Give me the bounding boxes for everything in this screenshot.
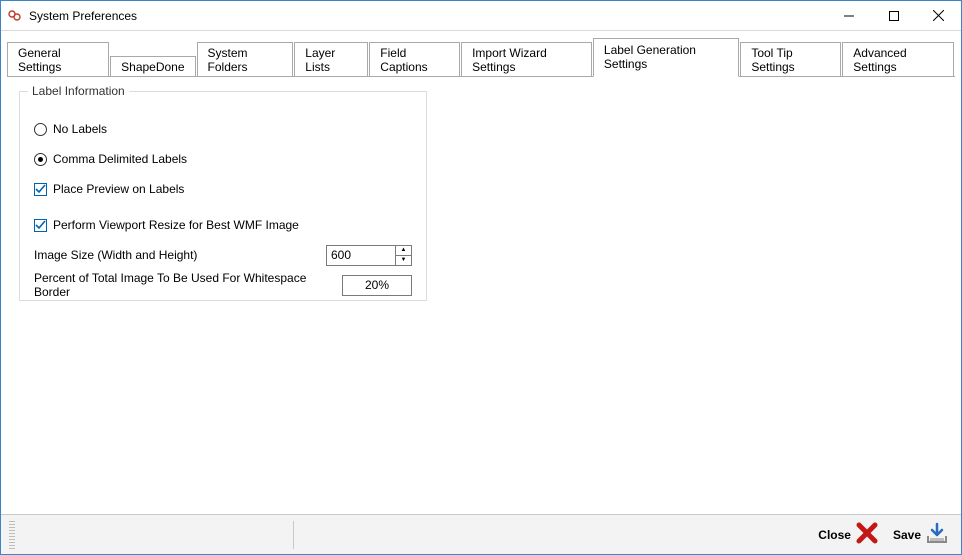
footer-divider (293, 521, 294, 549)
tab-import-wizard-settings[interactable]: Import Wizard Settings (461, 42, 592, 78)
whitespace-percent-label: Percent of Total Image To Be Used For Wh… (34, 271, 342, 299)
tab-field-captions[interactable]: Field Captions (369, 42, 460, 78)
footer: Close Save (1, 514, 961, 554)
whitespace-percent-input[interactable] (342, 275, 412, 296)
tab-label: Import Wizard Settings (472, 46, 547, 74)
tab-label: General Settings (18, 46, 61, 74)
save-button-label: Save (893, 528, 921, 542)
group-legend: Label Information (28, 84, 129, 98)
tab-general-settings[interactable]: General Settings (7, 42, 109, 78)
tab-panel: Label Information No Labels Comma Delimi… (7, 76, 955, 514)
close-window-button[interactable] (916, 1, 961, 30)
tab-label: Label Generation Settings (604, 43, 696, 71)
tab-label: Layer Lists (305, 46, 335, 74)
radio-icon (34, 153, 47, 166)
minimize-button[interactable] (826, 1, 871, 30)
save-icon (925, 521, 949, 548)
app-icon (7, 8, 23, 24)
image-size-spinner: ▲ ▼ (396, 245, 412, 266)
checkbox-icon (34, 183, 47, 196)
checkbox-label: Place Preview on Labels (53, 182, 184, 196)
titlebar: System Preferences (1, 1, 961, 31)
footer-grip-icon (9, 521, 15, 549)
close-icon (855, 521, 879, 548)
tab-shapedone[interactable]: ShapeDone (110, 56, 195, 78)
close-button-label: Close (818, 528, 851, 542)
radio-comma-delimited-labels[interactable]: Comma Delimited Labels (34, 148, 412, 170)
image-size-row: Image Size (Width and Height) ▲ ▼ (34, 244, 412, 266)
checkbox-viewport-resize[interactable]: Perform Viewport Resize for Best WMF Ima… (34, 214, 412, 236)
spinner-up-button[interactable]: ▲ (396, 246, 411, 255)
spinner-down-button[interactable]: ▼ (396, 255, 411, 265)
tab-label-generation-settings[interactable]: Label Generation Settings (593, 38, 739, 77)
checkbox-place-preview[interactable]: Place Preview on Labels (34, 178, 412, 200)
image-size-label: Image Size (Width and Height) (34, 248, 326, 262)
save-button[interactable]: Save (889, 519, 953, 550)
radio-icon (34, 123, 47, 136)
tab-advanced-settings[interactable]: Advanced Settings (842, 42, 954, 78)
tabstrip: General Settings ShapeDone System Folder… (1, 31, 961, 76)
tab-layer-lists[interactable]: Layer Lists (294, 42, 368, 78)
whitespace-percent-row: Percent of Total Image To Be Used For Wh… (34, 274, 412, 296)
maximize-button[interactable] (871, 1, 916, 30)
radio-label: Comma Delimited Labels (53, 152, 187, 166)
tab-tool-tip-settings[interactable]: Tool Tip Settings (740, 42, 841, 78)
checkbox-icon (34, 219, 47, 232)
window-title: System Preferences (29, 9, 137, 23)
image-size-input[interactable] (326, 245, 396, 266)
checkbox-label: Perform Viewport Resize for Best WMF Ima… (53, 218, 299, 232)
label-information-group: Label Information No Labels Comma Delimi… (19, 91, 427, 301)
close-button[interactable]: Close (814, 519, 883, 550)
tab-system-folders[interactable]: System Folders (197, 42, 294, 78)
radio-label: No Labels (53, 122, 107, 136)
radio-no-labels[interactable]: No Labels (34, 118, 412, 140)
tab-label: Advanced Settings (853, 46, 906, 74)
tab-label: ShapeDone (121, 60, 184, 74)
tab-label: Field Captions (380, 46, 427, 74)
tab-label: System Folders (208, 46, 248, 74)
tab-label: Tool Tip Settings (751, 46, 794, 74)
